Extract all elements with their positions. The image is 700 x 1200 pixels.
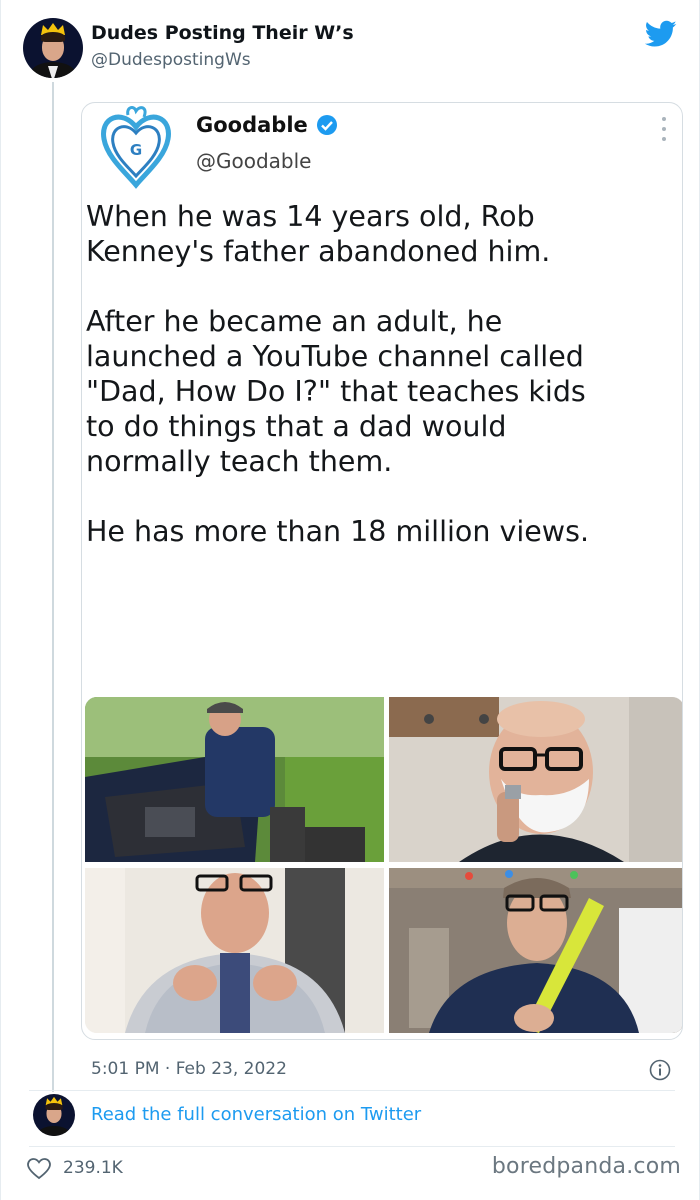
author-avatar[interactable] [23, 18, 83, 78]
photo-car-engine[interactable] [85, 697, 384, 862]
author-handle[interactable]: @DudespostingWs [91, 50, 251, 70]
quoted-tweet-card[interactable]: G Goodable @Goodable When he was 14 year… [81, 102, 683, 1040]
quoted-name-text: Goodable [196, 113, 308, 137]
like-count: 239.1K [63, 1158, 123, 1178]
media-grid [85, 697, 682, 1035]
heart-icon[interactable] [27, 1158, 51, 1180]
text-paragraph: He has more than 18 million views. [86, 515, 590, 548]
twitter-bird-icon[interactable] [645, 20, 677, 48]
text-paragraph: After he became an adult, he launched a … [86, 305, 586, 478]
reply-avatar[interactable] [33, 1094, 75, 1136]
text-paragraph: When he was 14 years old, Rob Kenney's f… [86, 200, 551, 268]
thread-line [52, 82, 54, 1092]
watermark: boredpanda.com [491, 1154, 681, 1179]
goodable-logo: G [101, 106, 171, 189]
divider [29, 1090, 675, 1091]
quoted-author-name[interactable]: Goodable [196, 113, 338, 137]
verified-badge-icon [316, 115, 337, 135]
quoted-author-handle[interactable]: @Goodable [196, 149, 311, 173]
photo-tying-tie[interactable] [85, 868, 384, 1033]
author-name[interactable]: Dudes Posting Their W’s [91, 22, 354, 44]
read-conversation-link[interactable]: Read the full conversation on Twitter [91, 1104, 421, 1125]
tweet-timestamp[interactable]: 5:01 PM · Feb 23, 2022 [91, 1059, 287, 1079]
more-options-icon[interactable] [662, 117, 668, 141]
photo-yellow-tool[interactable] [389, 868, 682, 1033]
tweet-embed: Dudes Posting Their W’s @DudespostingWs … [0, 0, 700, 1200]
photo-shaving[interactable] [389, 697, 682, 862]
divider [29, 1146, 675, 1147]
info-icon[interactable] [649, 1059, 671, 1081]
logo-letter: G [130, 141, 142, 159]
quoted-tweet-text: When he was 14 years old, Rob Kenney's f… [86, 199, 676, 584]
